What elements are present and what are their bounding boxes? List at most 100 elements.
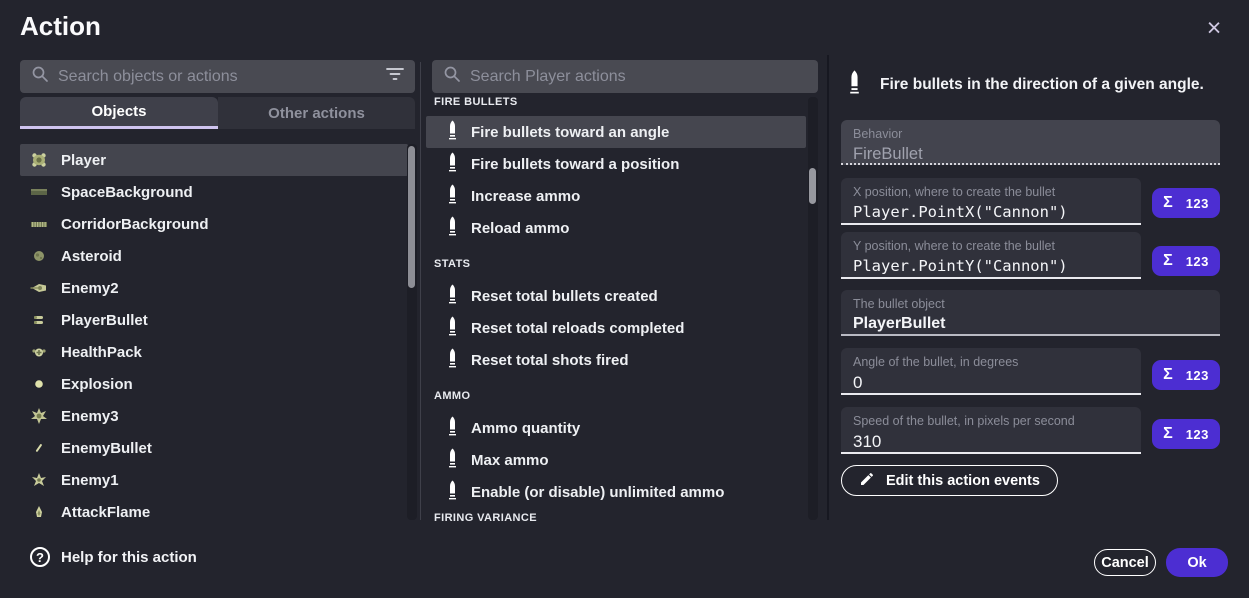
enemybullet-sprite-icon [30, 439, 48, 457]
search-icon [31, 65, 49, 88]
description-text: Fire bullets in the direction of a given… [880, 76, 1204, 94]
attackflame-sprite-icon [30, 503, 48, 521]
help-link[interactable]: ? Help for this action [30, 547, 197, 567]
object-row-enemy2[interactable]: Enemy2 [20, 272, 408, 304]
object-row-playerbullet[interactable]: PlayerBullet [20, 304, 408, 336]
bullet-icon [448, 120, 457, 144]
group-header-stats: STATS [426, 244, 806, 280]
action-label: Reset total reloads completed [471, 320, 684, 337]
action-label: Increase ammo [471, 188, 580, 205]
left-scrollbar-thumb[interactable] [408, 146, 415, 288]
field-label: Angle of the bullet, in degrees [853, 355, 1129, 369]
action-row-reset-bullets-created[interactable]: Reset total bullets created [426, 280, 806, 312]
edit-button-label: Edit this action events [886, 473, 1040, 489]
action-row-reset-shots-fired[interactable]: Reset total shots fired [426, 344, 806, 376]
object-row-asteroid[interactable]: Asteroid [20, 240, 408, 272]
object-row-corridorbackground[interactable]: CorridorBackground [20, 208, 408, 240]
sigma-icon: Σ [1163, 425, 1173, 443]
healthpack-sprite-icon [30, 343, 48, 361]
angle-field[interactable]: Angle of the bullet, in degrees 0 [841, 348, 1141, 395]
object-label: Explosion [61, 376, 133, 393]
action-label: Ammo quantity [471, 420, 580, 437]
numeric-icon: 123 [1186, 254, 1209, 269]
numeric-icon: 123 [1186, 368, 1209, 383]
action-row-max-ammo[interactable]: Max ammo [426, 444, 806, 476]
action-row-increase-ammo[interactable]: Increase ammo [426, 180, 806, 212]
objects-search-input[interactable] [58, 68, 377, 86]
close-icon[interactable]: × [1200, 14, 1228, 42]
objects-search-bar[interactable] [20, 60, 415, 93]
field-value[interactable]: Player.PointY("Cannon") [853, 257, 1129, 275]
object-label: AttackFlame [61, 504, 150, 521]
field-value[interactable]: PlayerBullet [853, 315, 1208, 333]
object-row-healthpack[interactable]: HealthPack [20, 336, 408, 368]
object-label: Enemy1 [61, 472, 119, 489]
expression-builder-button[interactable]: Σ 123 [1152, 360, 1220, 390]
action-label: Fire bullets toward an angle [471, 124, 669, 141]
filter-icon[interactable] [386, 67, 404, 86]
field-label: Behavior [853, 127, 1208, 141]
actions-search-bar[interactable] [432, 60, 818, 93]
field-value[interactable]: 310 [853, 432, 1129, 452]
object-label: EnemyBullet [61, 440, 152, 457]
explosion-sprite-icon [30, 375, 48, 393]
field-label: The bullet object [853, 297, 1208, 311]
cancel-button[interactable]: Cancel [1094, 549, 1156, 576]
object-row-attackflame[interactable]: AttackFlame [20, 496, 408, 528]
action-row-reset-reloads-completed[interactable]: Reset total reloads completed [426, 312, 806, 344]
object-row-enemy3[interactable]: Enemy3 [20, 400, 408, 432]
sigma-icon: Σ [1163, 252, 1173, 270]
field-label: X position, where to create the bullet [853, 185, 1129, 199]
middle-scrollbar-track[interactable] [808, 97, 818, 520]
spacebackground-sprite-icon [30, 183, 48, 201]
y-position-field[interactable]: Y position, where to create the bullet P… [841, 232, 1141, 279]
numeric-icon: 123 [1186, 427, 1209, 442]
actions-search-input[interactable] [470, 68, 807, 86]
action-row-fire-angle[interactable]: Fire bullets toward an angle [426, 116, 806, 148]
bullet-icon [448, 152, 457, 176]
bullet-icon [448, 448, 457, 472]
action-row-reload-ammo[interactable]: Reload ammo [426, 212, 806, 244]
asteroid-sprite-icon [30, 247, 48, 265]
expression-builder-button[interactable]: Σ 123 [1152, 246, 1220, 276]
action-label: Max ammo [471, 452, 549, 469]
object-label: CorridorBackground [61, 216, 209, 233]
expression-builder-button[interactable]: Σ 123 [1152, 188, 1220, 218]
action-label: Enable (or disable) unlimited ammo [471, 484, 724, 501]
edit-action-events-button[interactable]: Edit this action events [841, 465, 1058, 496]
enemy1-sprite-icon [30, 471, 48, 489]
bullet-icon [448, 416, 457, 440]
ok-button[interactable]: Ok [1166, 548, 1228, 577]
tab-objects[interactable]: Objects [20, 97, 218, 129]
object-row-spacebackground[interactable]: SpaceBackground [20, 176, 408, 208]
x-position-field[interactable]: X position, where to create the bullet P… [841, 178, 1141, 225]
object-label: Enemy2 [61, 280, 119, 297]
object-row-player[interactable]: Player [20, 144, 408, 176]
object-row-enemy1[interactable]: Enemy1 [20, 464, 408, 496]
action-label: Reset total bullets created [471, 288, 658, 305]
bullet-icon [448, 184, 457, 208]
action-list: FIRE BULLETS Fire bullets toward an angl… [426, 90, 806, 523]
middle-scrollbar-thumb[interactable] [809, 168, 816, 204]
action-row-fire-position[interactable]: Fire bullets toward a position [426, 148, 806, 180]
help-icon: ? [30, 547, 50, 567]
bullet-object-field[interactable]: The bullet object PlayerBullet [841, 290, 1220, 336]
object-label: Player [61, 152, 106, 169]
group-header-fire-bullets: FIRE BULLETS [426, 90, 806, 116]
field-value: FireBullet [853, 145, 1208, 164]
expression-builder-button[interactable]: Σ 123 [1152, 419, 1220, 449]
object-row-enemybullet[interactable]: EnemyBullet [20, 432, 408, 464]
enemy2-sprite-icon [30, 279, 48, 297]
sigma-icon: Σ [1163, 194, 1173, 212]
sigma-icon: Σ [1163, 366, 1173, 384]
object-row-explosion[interactable]: Explosion [20, 368, 408, 400]
action-row-unlimited-ammo[interactable]: Enable (or disable) unlimited ammo [426, 476, 806, 508]
tab-other-actions[interactable]: Other actions [218, 97, 415, 129]
action-row-ammo-quantity[interactable]: Ammo quantity [426, 412, 806, 444]
group-header-ammo: AMMO [426, 376, 806, 412]
pencil-icon [859, 471, 875, 491]
action-label: Fire bullets toward a position [471, 156, 679, 173]
field-value[interactable]: 0 [853, 373, 1129, 393]
field-value[interactable]: Player.PointX("Cannon") [853, 203, 1129, 221]
speed-field[interactable]: Speed of the bullet, in pixels per secon… [841, 407, 1141, 454]
